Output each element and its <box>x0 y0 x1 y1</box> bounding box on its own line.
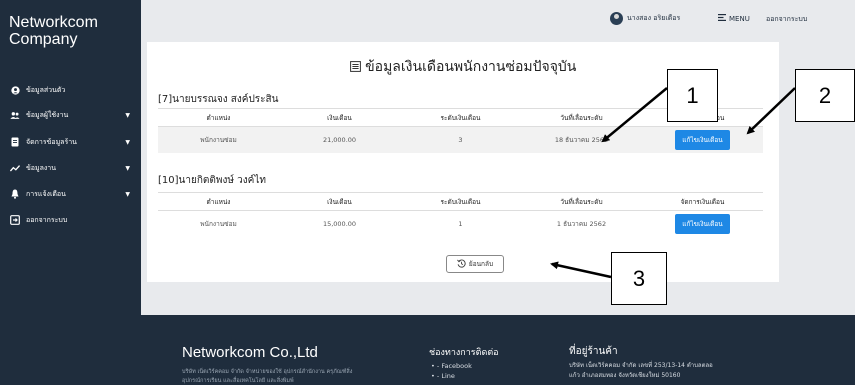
back-button-label: ย้อนกลับ <box>468 260 494 268</box>
table-header-row: ตำแหน่ง เงินเดือน ระดับเงินเดือน วันที่เ… <box>158 192 763 211</box>
user-icon <box>10 85 20 95</box>
table-row: พนักงานซ่อม 15,000.00 1 1 ธันวาคม 2562 แ… <box>158 210 763 237</box>
sidebar-item-label: จัดการข้อมูลร้าน <box>26 137 77 146</box>
brand-line-2: Company <box>9 31 78 48</box>
back-button[interactable]: ย้อนกลับ <box>446 255 504 273</box>
col-header-salary: เงินเดือน <box>279 108 400 127</box>
sidebar-item-profile[interactable]: ข้อมูลส่วนตัว <box>0 80 141 100</box>
menu-label: MENU <box>729 14 750 23</box>
footer-address-title: ที่อยู่ร้านค้า <box>569 346 618 357</box>
footer-description: บริษัท เน็ตเวิร์คคอม จำกัด จำหน่ายของใช้… <box>182 369 353 384</box>
user-menu[interactable]: นางสอง อริยเดือร <box>610 12 680 25</box>
edit-salary-button[interactable]: แก้ไขเงินเดือน <box>675 213 730 234</box>
sidebar-item-label: ข้อมูลส่วนตัว <box>26 85 66 94</box>
sidebar-item-label: การแจ้งเตือน <box>26 189 66 198</box>
back-history-icon <box>456 258 466 270</box>
sidebar-item-users[interactable]: ข้อมูลผู้ใช้งาน ▼ <box>0 105 141 125</box>
annotation-label-1: 1 <box>667 69 718 122</box>
footer-address-line: แก้ว อำเภอสมทอง จังหวัดเชียงใหม่ 50160 <box>569 372 681 379</box>
footer-company-name: Networkcom Co.,Ltd <box>182 344 318 361</box>
footer-link-label: - Line <box>436 372 455 380</box>
logout-icon <box>10 215 20 225</box>
footer-link-label: - Facebook <box>436 362 472 370</box>
footer-link-facebook[interactable]: • - Facebook <box>431 361 472 371</box>
sidebar-item-label: ข้อมูลงาน <box>26 163 57 172</box>
col-header-level: ระดับเงินเดือน <box>400 192 521 211</box>
sidebar-item-store[interactable]: จัดการข้อมูลร้าน ▼ <box>0 132 141 152</box>
page-title-text: ข้อมูลเงินเดือนพนักงานซ่อมปัจจุบัน <box>365 59 577 75</box>
top-bar: นางสอง อริยเดือร MENU ออกจากระบบ <box>141 0 855 35</box>
caret-down-icon: ▼ <box>125 164 130 172</box>
brand-logo[interactable]: Networkcom Company <box>9 14 98 48</box>
col-header-salary: เงินเดือน <box>279 192 400 211</box>
sidebar-item-notifications[interactable]: การแจ้งเตือน ▼ <box>0 184 141 204</box>
list-icon <box>349 59 365 75</box>
footer-link-line[interactable]: • - Line <box>431 371 472 381</box>
annotation-label-3: 3 <box>611 252 667 305</box>
cell-promotion-date: 1 ธันวาคม 2562 <box>521 210 642 237</box>
footer: Networkcom Co.,Ltd บริษัท เน็ตเวิร์คคอม … <box>141 315 855 385</box>
table-row: พนักงานซ่อม 21,000.00 3 18 ธันวาคม 2562 … <box>158 126 763 153</box>
edit-salary-button[interactable]: แก้ไขเงินเดือน <box>675 129 730 150</box>
cell-level: 1 <box>400 210 521 237</box>
col-header-promotion-date: วันที่เลื่อนระดับ <box>521 108 642 127</box>
sidebar-item-label: ข้อมูลผู้ใช้งาน <box>26 110 69 119</box>
col-header-position: ตำแหน่ง <box>158 108 279 127</box>
cell-salary: 15,000.00 <box>279 210 400 237</box>
cell-position: พนักงานซ่อม <box>158 210 279 237</box>
cell-position: พนักงานซ่อม <box>158 126 279 153</box>
footer-contact-title: ช่องทางการติดต่อ <box>429 348 499 358</box>
caret-down-icon: ▼ <box>125 138 130 146</box>
col-header-promotion-date: วันที่เลื่อนระดับ <box>521 192 642 211</box>
sidebar-item-label: ออกจากระบบ <box>26 215 68 224</box>
col-header-manage: จัดการเงินเดือน <box>642 192 763 211</box>
avatar <box>610 12 623 25</box>
menu-button[interactable]: MENU <box>718 14 750 23</box>
salary-table: ตำแหน่ง เงินเดือน ระดับเงินเดือน วันที่เ… <box>158 192 763 237</box>
footer-address-line: บริษัท เน็ตเวิร์คคอม จำกัด เลขที่ 253/13… <box>569 362 713 369</box>
sidebar-item-logout[interactable]: ออกจากระบบ <box>0 210 141 230</box>
sidebar: Networkcom Company ข้อมูลส่วนตัว ข้อมูลผ… <box>0 0 141 385</box>
cell-manage: แก้ไขเงินเดือน <box>642 210 763 237</box>
employee-name: [7]นายบรรณจง สงค์ประสิน <box>158 94 279 105</box>
menu-icon <box>718 14 726 23</box>
sidebar-item-work[interactable]: ข้อมูลงาน ▼ <box>0 158 141 178</box>
col-header-level: ระดับเงินเดือน <box>400 108 521 127</box>
cell-salary: 21,000.00 <box>279 126 400 153</box>
top-logout-link[interactable]: ออกจากระบบ <box>766 14 807 25</box>
users-icon <box>10 110 20 120</box>
store-icon <box>10 137 20 147</box>
col-header-position: ตำแหน่ง <box>158 192 279 211</box>
footer-contact-list: • - Facebook • - Line <box>431 361 472 381</box>
cell-level: 3 <box>400 126 521 153</box>
cell-manage: แก้ไขเงินเดือน <box>642 126 763 153</box>
footer-address: บริษัท เน็ตเวิร์คคอม จำกัด เลขที่ 253/13… <box>569 361 779 381</box>
annotation-label-2: 2 <box>795 69 855 122</box>
cell-promotion-date: 18 ธันวาคม 2562 <box>521 126 642 153</box>
caret-down-icon: ▼ <box>125 190 130 198</box>
user-name: นางสอง อริยเดือร <box>627 14 681 22</box>
brand-line-1: Networkcom <box>9 14 98 31</box>
caret-down-icon: ▼ <box>125 111 130 119</box>
bell-icon <box>10 189 20 199</box>
employee-name: [10]นายกิตติพงษ์ วงค์ไท <box>158 175 266 186</box>
chart-line-icon <box>10 163 20 173</box>
